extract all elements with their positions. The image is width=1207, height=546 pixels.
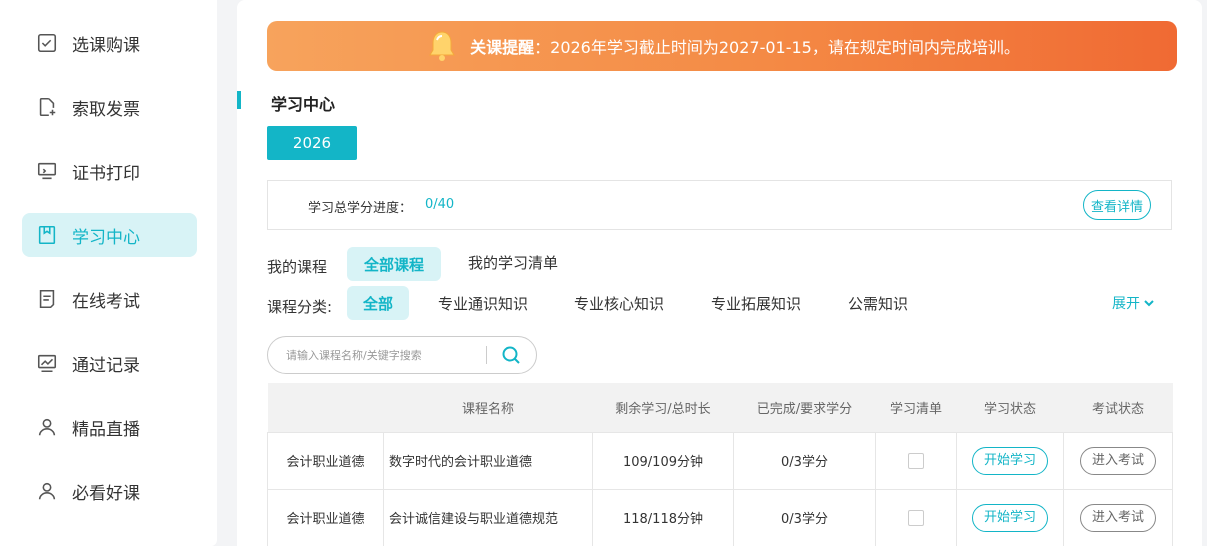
main-panel: 关课提醒 ：2026年学习截止时间为2027-01-15，请在规定时间内完成培训… (237, 0, 1202, 546)
tab-all-courses[interactable]: 全部课程 (347, 247, 441, 281)
header-credits: 已完成/要求学分 (756, 401, 853, 417)
view-details-button[interactable]: 查看详情 (1083, 190, 1151, 220)
study-list-cell (875, 431, 957, 490)
sidebar-item-pass-records[interactable]: 通过记录 (22, 341, 197, 385)
category-extension[interactable]: 专业拓展知识 (700, 286, 812, 320)
course-duration: 118/118分钟 (592, 488, 734, 546)
sidebar-item-must-watch[interactable]: 必看好课 (22, 469, 197, 513)
user-icon (38, 418, 56, 436)
search-icon[interactable] (501, 345, 521, 365)
course-name[interactable]: 会计诚信建设与职业道德规范 (383, 488, 593, 546)
header-category (268, 383, 384, 432)
expand-toggle[interactable]: 展开 (1112, 293, 1154, 313)
sidebar-item-label: 学习中心 (72, 227, 140, 248)
start-learning-button[interactable]: 开始学习 (972, 503, 1048, 532)
credit-progress-panel: 学习总学分进度： 0/40 查看详情 (267, 180, 1172, 230)
category-general[interactable]: 专业通识知识 (427, 286, 539, 320)
search-divider (486, 346, 487, 364)
exam-status-cell: 进入考试 (1063, 488, 1173, 546)
sidebar-item-live[interactable]: 精品直播 (22, 405, 197, 449)
course-table: 课程名称 剩余学习/总时长 已完成/要求学分 学习清单 学习状态 考试状态 会计… (267, 383, 1173, 546)
start-learning-button[interactable]: 开始学习 (972, 446, 1048, 475)
document-add-icon (39, 97, 56, 117)
sidebar: 选课购课 索取发票 证书打印 学习中心 在线考试 通过记录 精品直播 必看好课 (0, 0, 217, 546)
progress-label: 学习总学分进度： (308, 201, 413, 216)
sidebar-item-label: 证书打印 (72, 163, 140, 184)
study-list-cell (875, 488, 957, 546)
header-study-status: 学习状态 (983, 401, 1036, 417)
sidebar-item-certificate[interactable]: 证书打印 (22, 149, 197, 193)
user-icon (38, 482, 56, 500)
table-row: 会计职业道德 会计诚信建设与职业道德规范 118/118分钟 0/3学分 开始学… (267, 488, 1173, 546)
study-status-cell: 开始学习 (956, 488, 1064, 546)
sidebar-item-label: 选课购课 (72, 35, 140, 56)
course-close-notice: 关课提醒 ：2026年学习截止时间为2027-01-15，请在规定时间内完成培训… (267, 21, 1177, 71)
monitor-icon (37, 162, 57, 180)
expand-label: 展开 (1112, 296, 1140, 312)
study-status-cell: 开始学习 (956, 431, 1064, 490)
header-duration: 剩余学习/总时长 (615, 401, 711, 417)
exam-status-cell: 进入考试 (1063, 431, 1173, 490)
notice-title: 关课提醒 (470, 38, 535, 57)
sidebar-item-label: 在线考试 (72, 291, 140, 312)
header-exam-status: 考试状态 (1091, 401, 1144, 417)
category-label: 课程分类: (267, 298, 333, 316)
study-list-checkbox[interactable] (908, 452, 924, 469)
tab-my-study-list[interactable]: 我的学习清单 (457, 245, 569, 279)
header-study-list: 学习清单 (889, 401, 942, 417)
enter-exam-button[interactable]: 进入考试 (1080, 503, 1156, 532)
category-core[interactable]: 专业核心知识 (563, 286, 675, 320)
course-duration: 109/109分钟 (592, 431, 734, 490)
course-credits: 0/3学分 (733, 488, 876, 546)
sidebar-item-online-exam[interactable]: 在线考试 (22, 277, 197, 321)
sidebar-item-label: 精品直播 (72, 419, 140, 440)
my-courses-label: 我的课程 (267, 258, 328, 276)
enter-exam-button[interactable]: 进入考试 (1080, 446, 1156, 475)
course-credits: 0/3学分 (733, 431, 876, 490)
checkbox-icon (37, 33, 57, 53)
bell-icon (429, 31, 456, 61)
search-box (267, 336, 537, 374)
sidebar-item-course-select[interactable]: 选课购课 (22, 21, 197, 65)
category-public[interactable]: 公需知识 (837, 286, 919, 320)
progress-value: 0/40 (425, 197, 455, 212)
chevron-down-icon (1144, 300, 1154, 307)
category-all[interactable]: 全部 (347, 286, 409, 320)
section-marker (237, 91, 241, 109)
notice-message: ：2026年学习截止时间为2027-01-15，请在规定时间内完成培训。 (534, 38, 1020, 57)
sidebar-item-learning-center[interactable]: 学习中心 (22, 213, 197, 257)
search-input[interactable] (286, 345, 476, 365)
sidebar-item-label: 索取发票 (72, 99, 140, 120)
year-tab[interactable]: 2026 (267, 126, 357, 160)
table-header-row: 课程名称 剩余学习/总时长 已完成/要求学分 学习清单 学习状态 考试状态 (267, 383, 1173, 432)
chart-icon (37, 354, 57, 373)
bookmark-icon (38, 225, 56, 245)
exam-icon (39, 289, 55, 309)
section-title: 学习中心 (271, 95, 336, 114)
course-category: 会计职业道德 (267, 488, 384, 546)
table-row: 会计职业道德 数字时代的会计职业道德 109/109分钟 0/3学分 开始学习 … (267, 431, 1173, 490)
sidebar-item-invoice[interactable]: 索取发票 (22, 85, 197, 129)
study-list-checkbox[interactable] (908, 509, 924, 526)
sidebar-item-label: 通过记录 (72, 355, 140, 376)
sidebar-item-label: 必看好课 (72, 483, 140, 504)
header-course-name: 课程名称 (461, 401, 514, 417)
course-name[interactable]: 数字时代的会计职业道德 (383, 431, 593, 490)
course-category: 会计职业道德 (267, 431, 384, 490)
